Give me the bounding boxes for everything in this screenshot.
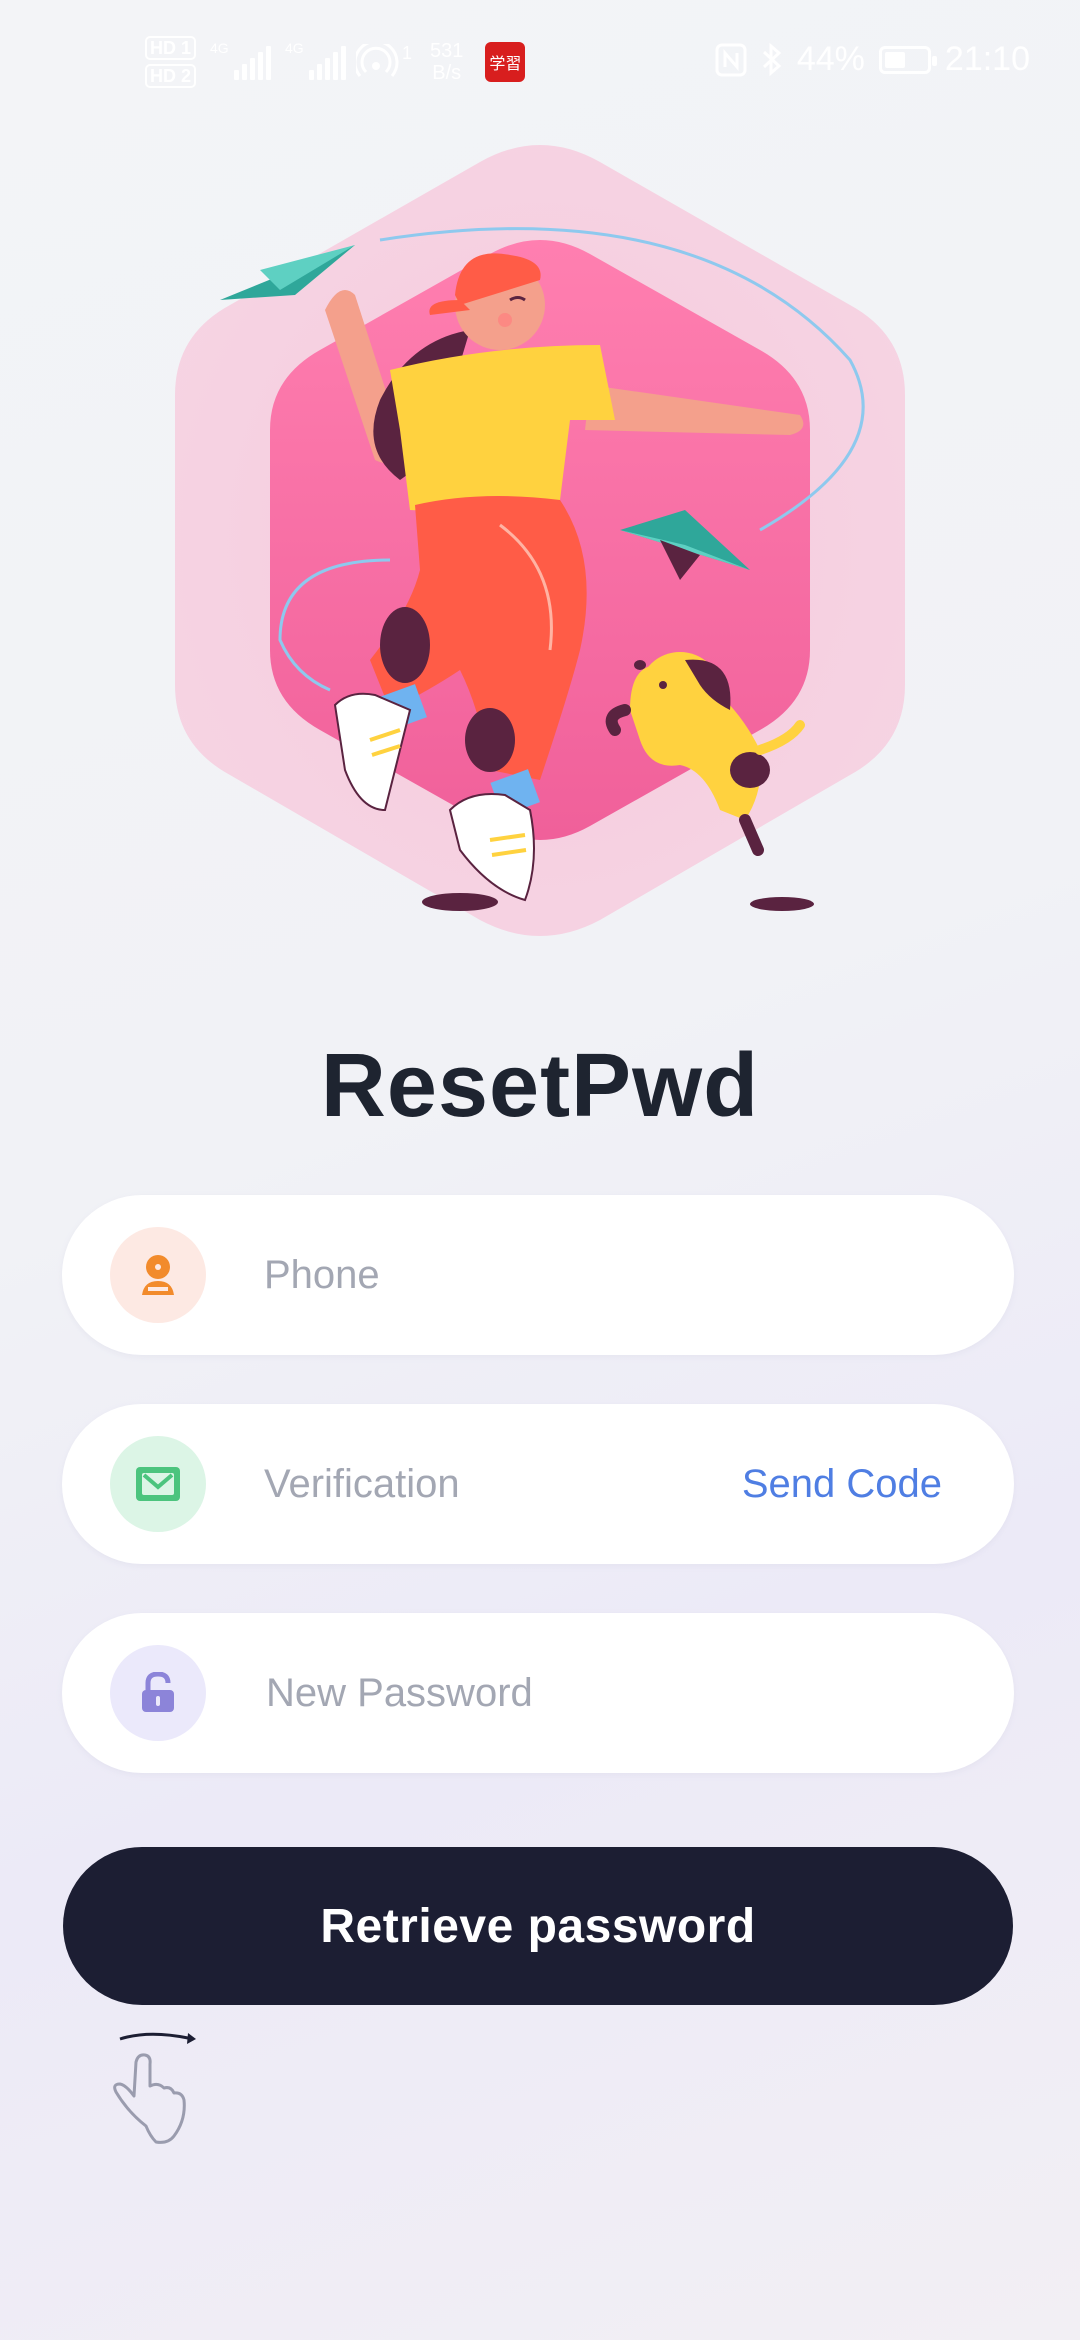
status-right: 44% 21:10 [715, 40, 1030, 79]
phone-placeholder: Phone [264, 1253, 380, 1297]
status-left: HD 1 HD 2 4G 4G 1 531 B/s 学習 [145, 36, 526, 88]
swipe-gesture-icon [113, 2032, 196, 2144]
bluetooth-icon [762, 42, 782, 76]
status-bar: HD 1 HD 2 4G 4G 1 531 B/s 学習 44% 21:10 [0, 0, 1080, 135]
mail-icon [136, 1467, 180, 1501]
battery-icon [878, 45, 937, 74]
hd-badge-2: HD 2 [145, 64, 197, 88]
hotspot-count: 1 [402, 42, 413, 63]
hd-badge-1: HD 1 [145, 36, 197, 60]
password-icon-circle [110, 1645, 206, 1741]
network-speed: 531 B/s [430, 40, 464, 84]
send-code-button[interactable]: Send Code [742, 1404, 942, 1564]
clock: 21:10 [944, 40, 1030, 78]
hotspot-icon [356, 44, 399, 77]
signal-2-icon: 4G [285, 40, 347, 80]
user-icon [142, 1255, 174, 1295]
phone-field[interactable]: Phone [62, 1195, 1014, 1355]
battery-level [884, 51, 906, 68]
hero-illustration [175, 145, 905, 936]
verification-field[interactable]: Verification Send Code [62, 1404, 1014, 1564]
unlock-icon [142, 1672, 174, 1712]
app-notification-badge: 学習 [485, 42, 526, 82]
phone-icon-circle [110, 1227, 206, 1323]
signal-1-icon: 4G [210, 40, 272, 80]
battery-percent: 44% [796, 40, 865, 78]
verification-placeholder: Verification [264, 1462, 460, 1506]
retrieve-password-button[interactable]: Retrieve password [63, 1847, 1013, 2005]
page-title: ResetPwd [320, 1036, 760, 1136]
hd-indicators: HD 1 HD 2 [145, 36, 197, 88]
new-password-field[interactable]: New Password [62, 1613, 1014, 1773]
verification-icon-circle [110, 1436, 206, 1532]
new-password-placeholder: New Password [266, 1671, 533, 1715]
nfc-icon [715, 43, 747, 76]
